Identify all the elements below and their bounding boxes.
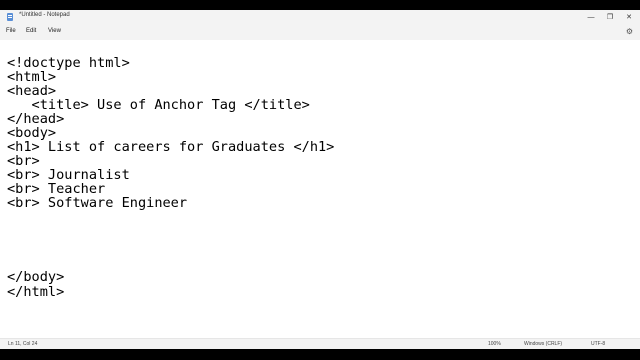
editor-line: <head> [7,83,57,99]
minimize-icon[interactable]: — [581,10,601,24]
editor-line: <h1> List of careers for Graduates </h1> [7,139,335,155]
editor-line: </body> [7,269,65,285]
editor-line: </head> [7,111,65,127]
editor-line: <br> Teacher [7,181,106,197]
maximize-icon[interactable]: ❐ [600,10,620,24]
title-bar[interactable]: *Untitled - Notepad — ❐ ✕ [0,10,640,24]
editor-line: <br> Software Engineer [7,195,188,211]
editor-line: <html> [7,69,57,85]
menu-edit[interactable]: Edit [26,28,36,34]
notepad-window: *Untitled - Notepad — ❐ ✕ File Edit View… [0,10,640,349]
editor-line: </html> [7,284,65,300]
menu-view[interactable]: View [48,28,61,34]
text-editor[interactable]: <!doctype html> <html> <head> <title> Us… [0,40,640,338]
encoding[interactable]: UTF-8 [591,341,605,347]
editor-line: <br> [7,153,40,169]
status-bar: Ln 11, Col 24 100% Windows (CRLF) UTF-8 [0,338,640,349]
notepad-icon [7,13,13,21]
editor-line: <title> Use of Anchor Tag </title> [7,97,310,113]
zoom-level[interactable]: 100% [488,341,501,347]
cursor-position: Ln 11, Col 24 [8,341,38,347]
editor-line: <body> [7,125,57,141]
close-icon[interactable]: ✕ [619,10,639,24]
window-title: *Untitled - Notepad [19,12,70,18]
line-ending[interactable]: Windows (CRLF) [524,341,562,347]
gear-icon[interactable]: ⚙ [625,27,634,36]
editor-line: <!doctype html> [7,55,130,71]
menu-bar: File Edit View ⚙ [0,24,640,40]
menu-file[interactable]: File [6,28,16,34]
editor-line: <br> Journalist [7,167,130,183]
